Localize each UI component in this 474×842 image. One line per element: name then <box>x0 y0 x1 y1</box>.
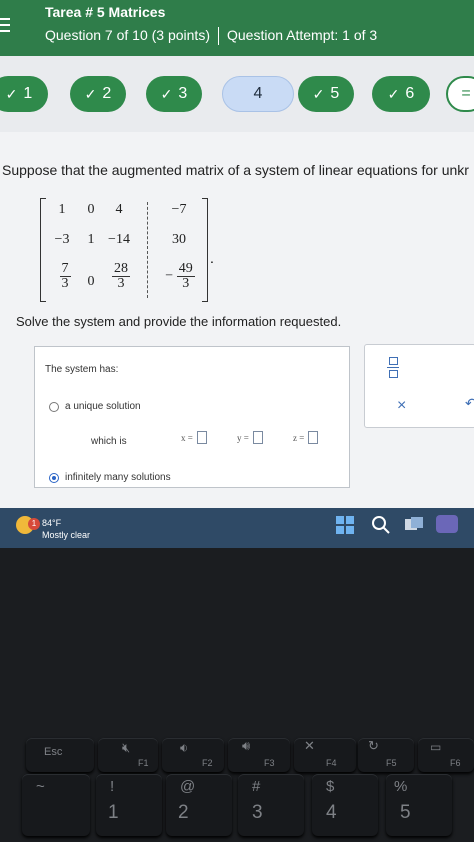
question-2-button[interactable]: ✓ 2 <box>70 76 126 112</box>
refresh-icon: ↻ <box>368 738 379 753</box>
clear-icon[interactable]: × <box>397 397 406 415</box>
browser-screen: Tarea # 5 Matrices Question 7 of 10 (3 p… <box>0 0 474 548</box>
matrix-cell: 1 <box>58 202 66 217</box>
question-navigation: ✓ 1 ✓ 2 ✓ 3 4 ✓ 5 ✓ 6 = <box>0 56 474 132</box>
question-info: Question 7 of 10 (3 points) Question Atte… <box>45 27 378 46</box>
task-view-icon[interactable] <box>404 516 424 532</box>
matrix-right-bracket <box>202 198 208 302</box>
mic-mute-icon: ✕ <box>304 738 315 753</box>
windows-start-icon[interactable] <box>336 516 354 534</box>
notification-badge: 1 <box>28 518 40 530</box>
check-icon: ✓ <box>84 85 97 102</box>
matrix-cell: 1 <box>87 232 95 247</box>
app-icon[interactable] <box>436 515 458 533</box>
y-input-group: y = <box>237 431 263 444</box>
matrix-period: . <box>210 250 214 266</box>
augmented-divider <box>147 202 148 298</box>
z-input[interactable] <box>308 431 319 444</box>
fraction-icon[interactable] <box>387 357 399 381</box>
key-5[interactable]: % 5 <box>386 774 452 836</box>
divider <box>218 27 219 46</box>
laptop-keyboard: Esc 🔇︎ F1 🔉︎ F2 🔊︎ F3 ✕ F4 ↻ F5 ▭ F6 ~ ! 1 @2 #… <box>0 548 474 842</box>
f5-key[interactable]: ↻ F5 <box>358 738 414 772</box>
taskbar: 1 84°F Mostly clear <box>0 508 474 548</box>
matrix-cell: − 49 3 <box>165 261 195 291</box>
radio-button-selected[interactable] <box>49 472 59 483</box>
key-2[interactable]: @2 <box>166 774 232 836</box>
matrix-cell: 28 3 <box>112 261 130 291</box>
question-4-button[interactable]: 4 <box>222 76 294 112</box>
f2-key[interactable]: 🔉︎ F2 <box>162 738 224 772</box>
assignment-title: Tarea # 5 Matrices <box>45 4 166 20</box>
matrix-cell: 0 <box>87 274 95 289</box>
augmented-matrix: 1 0 4 −7 −3 1 −14 30 73 0 28 3 − 49 3 <box>40 198 208 302</box>
screen-icon: ▭ <box>430 740 442 754</box>
matrix-cell: −14 <box>108 232 130 247</box>
f6-key[interactable]: ▭ F6 <box>418 738 474 772</box>
question-6-button[interactable]: ✓ 6 <box>372 76 430 112</box>
more-questions-button[interactable]: = <box>446 76 474 112</box>
x-input-group: x = <box>181 431 207 444</box>
math-tool-panel: × ↶ <box>364 344 474 428</box>
key-1[interactable]: ! 1 <box>96 774 162 836</box>
tilde-key[interactable]: ~ <box>22 774 90 836</box>
undo-icon[interactable]: ↶ <box>465 395 474 412</box>
question-prompt: Suppose that the augmented matrix of a s… <box>2 162 469 178</box>
question-5-button[interactable]: ✓ 5 <box>298 76 354 112</box>
f4-key[interactable]: ✕ F4 <box>294 738 356 772</box>
volume-up-icon: 🔊︎ <box>242 738 251 753</box>
check-icon: ✓ <box>5 85 18 102</box>
question-1-button[interactable]: ✓ 1 <box>0 76 48 112</box>
check-icon: ✓ <box>387 85 400 102</box>
weather-condition[interactable]: Mostly clear <box>42 530 90 540</box>
x-input[interactable] <box>196 431 207 444</box>
matrix-left-bracket <box>40 198 46 302</box>
check-icon: ✓ <box>160 85 173 102</box>
assignment-header: Tarea # 5 Matrices Question 7 of 10 (3 p… <box>0 0 474 56</box>
matrix-cell: −3 <box>54 232 70 247</box>
f1-key[interactable]: 🔇︎ F1 <box>98 738 158 772</box>
unique-solution-option[interactable]: a unique solution <box>49 401 141 412</box>
question-position: Question 7 of 10 (3 points) <box>45 27 210 43</box>
infinite-solutions-option[interactable]: infinitely many solutions <box>49 472 171 483</box>
f3-key[interactable]: 🔊︎ F3 <box>228 738 290 772</box>
instruction-text: Solve the system and provide the informa… <box>16 314 342 329</box>
attempt-counter: Question Attempt: 1 of 3 <box>227 27 378 43</box>
z-input-group: z = <box>293 431 319 444</box>
matrix-cell: 0 <box>87 202 95 217</box>
mute-icon: 🔇︎ <box>122 740 131 755</box>
volume-down-icon: 🔉︎ <box>180 740 189 755</box>
key-4[interactable]: $4 <box>312 774 378 836</box>
matrix-cell: 30 <box>172 232 186 247</box>
system-label: The system has: <box>45 364 119 375</box>
answer-panel: The system has: a unique solution which … <box>34 346 350 488</box>
question-3-button[interactable]: ✓ 3 <box>146 76 202 112</box>
menu-icon[interactable] <box>0 18 10 36</box>
search-icon[interactable] <box>371 515 391 535</box>
esc-key[interactable]: Esc <box>26 738 94 772</box>
check-icon: ✓ <box>312 85 325 102</box>
which-is-label: which is <box>91 436 127 447</box>
radio-button[interactable] <box>49 401 59 412</box>
matrix-cell: −7 <box>171 202 187 217</box>
matrix-cell: 4 <box>115 202 123 217</box>
y-input[interactable] <box>252 431 263 444</box>
weather-temperature[interactable]: 84°F <box>42 518 61 528</box>
key-3[interactable]: #3 <box>238 774 304 836</box>
